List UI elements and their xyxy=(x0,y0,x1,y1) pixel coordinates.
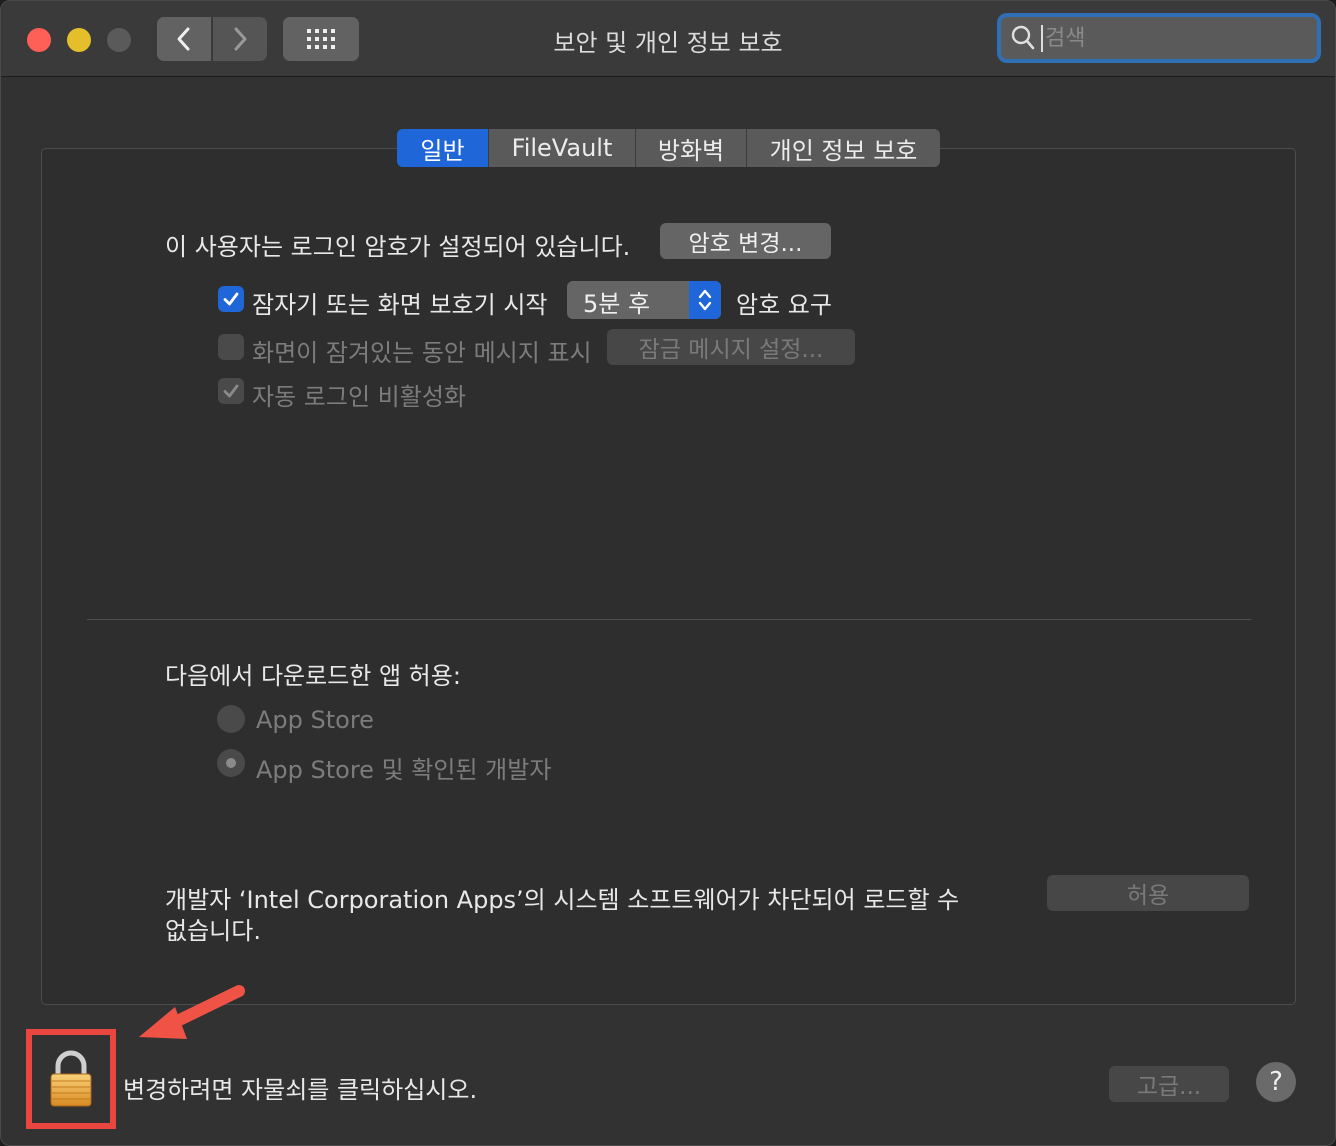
section-divider xyxy=(87,619,1251,620)
blocked-software-message-line1: 개발자 ‘Intel Corporation Apps’의 시스템 소프트웨어가… xyxy=(165,886,960,914)
radio-app-store[interactable] xyxy=(217,705,245,733)
require-password-label: 잠자기 또는 화면 보호기 시작 xyxy=(252,291,548,319)
password-set-label: 이 사용자는 로그인 암호가 설정되어 있습니다. xyxy=(165,233,631,261)
radio-app-store-identified-label: App Store 및 확인된 개발자 xyxy=(256,756,552,784)
tab-firewall[interactable]: 방화벽 xyxy=(636,129,747,167)
blocked-software-message-line2: 없습니다. xyxy=(165,917,261,945)
advanced-button[interactable]: 고급... xyxy=(1109,1066,1229,1102)
tab-filevault[interactable]: FileVault xyxy=(489,129,636,167)
allow-button[interactable]: 허용 xyxy=(1047,875,1249,911)
disable-autologin-label: 자동 로그인 비활성화 xyxy=(252,383,466,411)
require-password-delay-select[interactable]: 5분 후 xyxy=(567,281,721,319)
search-input[interactable] xyxy=(1041,24,1317,52)
download-heading: 다음에서 다운로드한 앱 허용: xyxy=(165,662,461,690)
radio-selected-dot xyxy=(226,758,236,768)
radio-app-store-identified[interactable] xyxy=(217,749,245,777)
select-value: 5분 후 xyxy=(583,290,651,318)
require-password-suffix: 암호 요구 xyxy=(736,291,832,319)
checkmark-icon xyxy=(223,384,239,398)
disable-autologin-checkbox[interactable] xyxy=(218,378,244,404)
preferences-window: 보안 및 개인 정보 보호 일반 FileVault 방화벽 개인 정보 보호 … xyxy=(0,0,1336,1146)
lock-hint-text: 변경하려면 자물쇠를 클릭하십시오. xyxy=(123,1076,478,1104)
stepper-arrows xyxy=(689,281,721,319)
checkmark-icon xyxy=(223,292,239,306)
radio-app-store-label: App Store xyxy=(256,706,374,734)
annotation-arrow-icon xyxy=(139,985,245,1039)
change-password-button[interactable]: 암호 변경... xyxy=(660,223,831,259)
lock-icon[interactable] xyxy=(48,1050,94,1108)
show-message-checkbox[interactable] xyxy=(218,334,244,360)
lock-highlight-box[interactable] xyxy=(26,1029,116,1129)
title-bar: 보안 및 개인 정보 보호 xyxy=(1,1,1335,77)
search-field[interactable] xyxy=(997,13,1321,63)
require-password-checkbox[interactable] xyxy=(218,286,244,312)
tab-bar: 일반 FileVault 방화벽 개인 정보 보호 xyxy=(397,129,940,167)
up-down-chevron-icon xyxy=(698,289,712,311)
help-button[interactable]: ? xyxy=(1256,1062,1296,1102)
set-lock-message-button[interactable]: 잠금 메시지 설정... xyxy=(607,329,855,365)
tab-general[interactable]: 일반 xyxy=(397,129,489,167)
tab-privacy[interactable]: 개인 정보 보호 xyxy=(747,129,940,167)
search-icon xyxy=(1011,25,1035,50)
show-message-label: 화면이 잠겨있는 동안 메시지 표시 xyxy=(252,339,592,367)
